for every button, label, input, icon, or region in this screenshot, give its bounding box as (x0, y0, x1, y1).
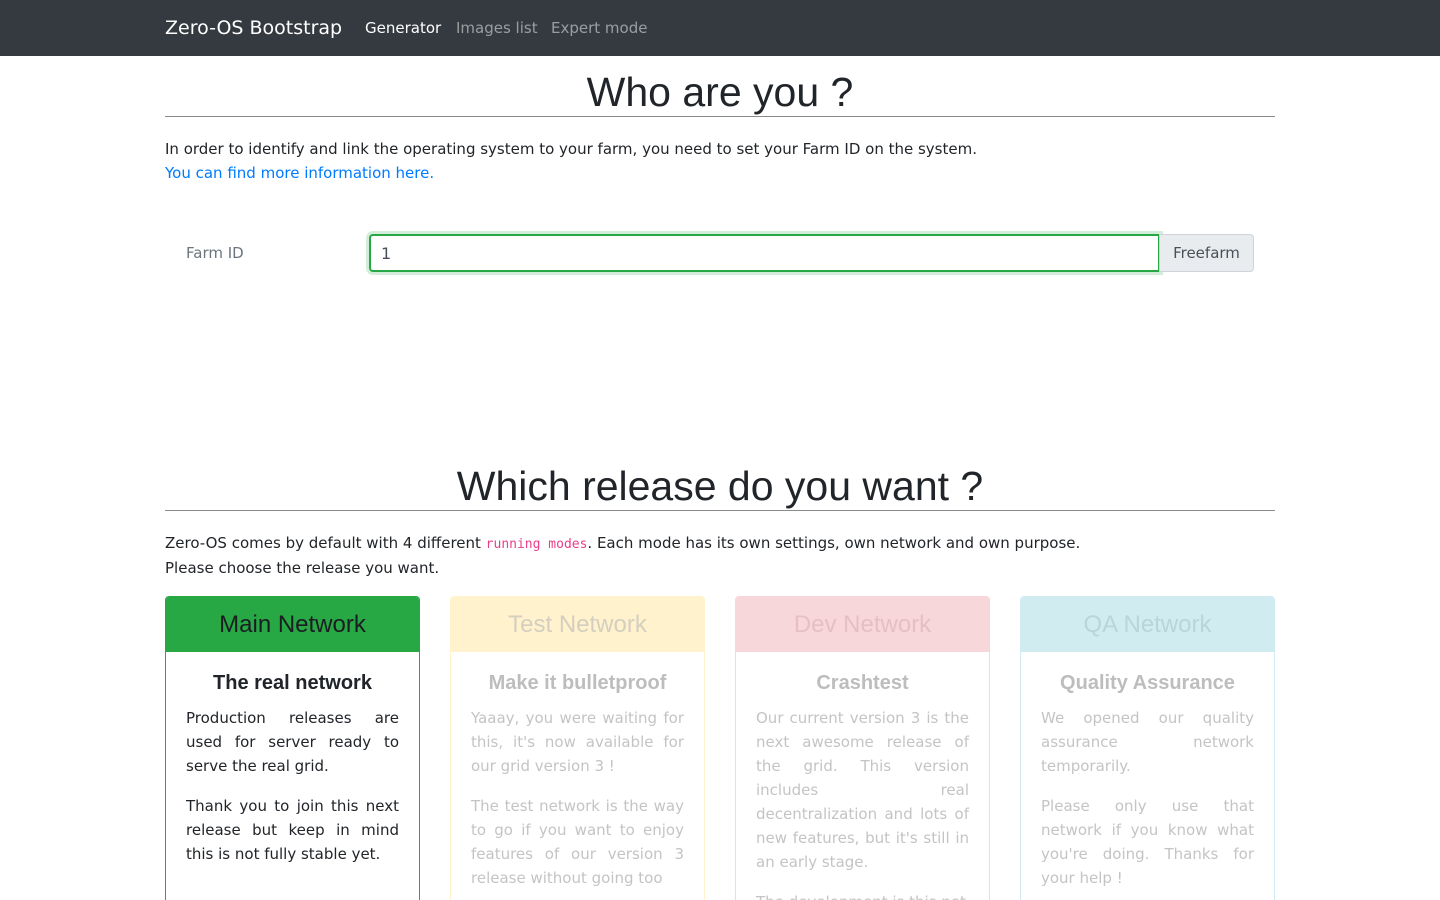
card-header-test[interactable]: Test Network (451, 597, 704, 652)
top-navbar: Zero-OS Bootstrap Generator Images list … (0, 0, 1440, 56)
navbar-brand[interactable]: Zero-OS Bootstrap (165, 15, 342, 41)
card-subtitle-main: The real network (213, 672, 372, 694)
who-are-you-heading: Who are you ? (586, 69, 854, 115)
farm-id-label: Farm ID (186, 244, 244, 262)
nav-link-generator[interactable]: Generator (365, 18, 441, 38)
card-body-main: The real network Production releases are… (166, 652, 419, 866)
card-subtitle-test: Make it bulletproof (488, 672, 667, 694)
card-text: The development is this net (756, 890, 969, 900)
farm-name-addon: Freefarm (1159, 234, 1254, 272)
card-text: Production releases are used for server … (186, 709, 399, 775)
card-text: We opened our quality assurance network … (1041, 709, 1254, 775)
section-divider (165, 510, 1275, 511)
nav-link-expert-mode[interactable]: Expert mode (551, 18, 647, 38)
card-header-dev[interactable]: Dev Network (736, 597, 989, 652)
card-subtitle-qa: Quality Assurance (1060, 672, 1235, 694)
card-body-qa: Quality Assurance We opened our quality … (1021, 652, 1274, 890)
release-intro-before: Zero-OS comes by default with 4 differen… (165, 534, 486, 552)
card-test-network[interactable]: Test Network Make it bulletproof Yaaay, … (450, 596, 705, 900)
card-qa-network[interactable]: QA Network Quality Assurance We opened o… (1020, 596, 1275, 900)
card-text: Yaaay, you were waiting for this, it's n… (471, 709, 684, 775)
farm-id-input[interactable] (369, 234, 1160, 272)
card-dev-network[interactable]: Dev Network Crashtest Our current versio… (735, 596, 990, 900)
card-subtitle-dev: Crashtest (816, 672, 909, 694)
more-info-link[interactable]: You can find more information here. (165, 161, 434, 185)
section-divider (165, 116, 1275, 117)
card-text: Please only use that network if you know… (1041, 797, 1254, 887)
card-text: Our current version 3 is the next awesom… (756, 709, 969, 871)
running-modes-code: running modes (485, 537, 588, 552)
farm-intro-text: In order to identify and link the operat… (165, 140, 977, 158)
release-choose-text: Please choose the release you want. (165, 559, 440, 577)
card-header-main[interactable]: Main Network (166, 597, 419, 652)
card-text: The test network is the way to go if you… (471, 797, 684, 887)
card-header-qa[interactable]: QA Network (1021, 597, 1274, 652)
card-main-network[interactable]: Main Network The real network Production… (165, 596, 420, 900)
release-intro-after: . Each mode has its own settings, own ne… (587, 534, 1081, 552)
card-body-dev: Crashtest Our current version 3 is the n… (736, 652, 989, 900)
release-heading: Which release do you want ? (456, 463, 984, 509)
card-body-test: Make it bulletproof Yaaay, you were wait… (451, 652, 704, 890)
card-text: Thank you to join this next release but … (186, 797, 399, 863)
nav-link-images-list[interactable]: Images list (456, 18, 538, 38)
release-intro-text: Zero-OS comes by default with 4 differen… (165, 531, 1080, 557)
